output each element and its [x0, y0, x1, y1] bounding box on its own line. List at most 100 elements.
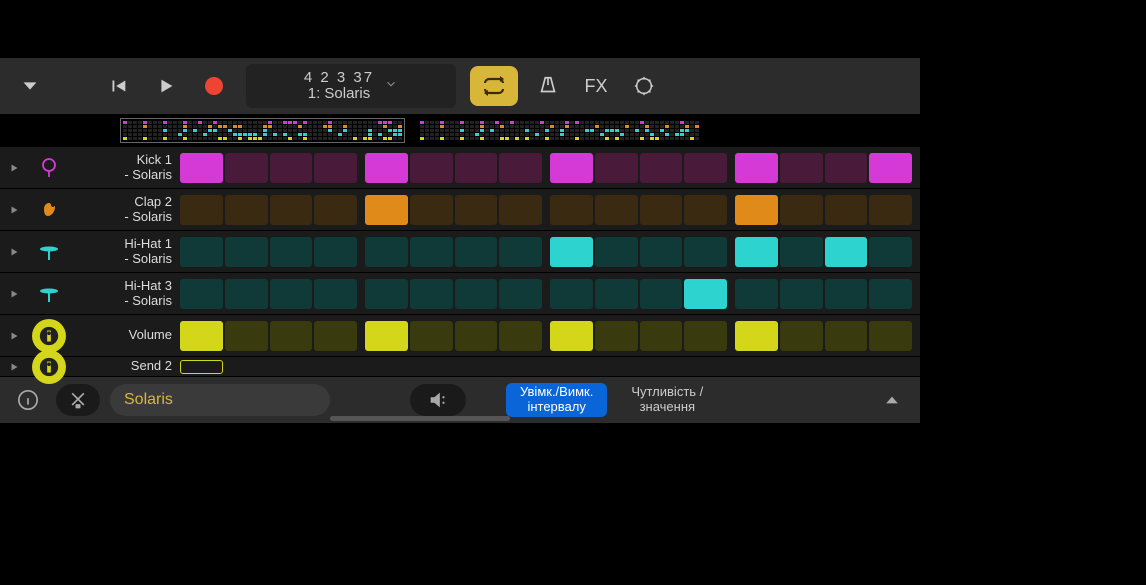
row-play-button[interactable] — [0, 361, 28, 373]
step-cell[interactable] — [825, 237, 868, 267]
row-play-button[interactable] — [0, 330, 28, 342]
step-cell[interactable] — [180, 153, 223, 183]
step-cell[interactable] — [825, 195, 868, 225]
step-cell[interactable] — [365, 195, 408, 225]
step-cell[interactable] — [180, 237, 223, 267]
step-cell[interactable] — [314, 279, 357, 309]
instrument-icon[interactable] — [32, 350, 66, 384]
fx-button[interactable]: FX — [574, 64, 618, 108]
step-cell[interactable] — [365, 153, 408, 183]
instrument-icon[interactable] — [32, 319, 66, 353]
velocity-mode-button[interactable]: Чутливість / значення — [617, 383, 717, 417]
step-toggle-mode-button[interactable]: Увімк./Вимк. інтервалу — [506, 383, 607, 417]
step-cell[interactable] — [225, 321, 268, 351]
step-cell[interactable] — [365, 321, 408, 351]
step-cell[interactable] — [595, 279, 638, 309]
step-cell[interactable] — [780, 279, 823, 309]
step-cell[interactable] — [225, 153, 268, 183]
step-cell[interactable] — [780, 237, 823, 267]
step-cell[interactable] — [550, 321, 593, 351]
step-cell[interactable] — [780, 195, 823, 225]
step-cell[interactable] — [869, 237, 912, 267]
instrument-icon[interactable] — [32, 193, 66, 227]
instrument-icon[interactable] — [32, 235, 66, 269]
step-cell[interactable] — [455, 321, 498, 351]
metronome-button[interactable] — [526, 64, 570, 108]
instrument-icon[interactable] — [32, 277, 66, 311]
step-cell[interactable] — [550, 279, 593, 309]
step-cell[interactable] — [270, 153, 313, 183]
step-cell[interactable] — [314, 237, 357, 267]
step-cell[interactable] — [595, 195, 638, 225]
overview-block-active[interactable] — [120, 118, 405, 143]
step-cell[interactable] — [780, 321, 823, 351]
step-cell[interactable] — [314, 153, 357, 183]
step-cell[interactable] — [735, 195, 778, 225]
step-cell[interactable] — [225, 237, 268, 267]
step-cell[interactable] — [869, 195, 912, 225]
info-button[interactable] — [10, 384, 46, 416]
step-cell[interactable] — [550, 153, 593, 183]
step-cell[interactable] — [499, 321, 542, 351]
step-cell[interactable] — [684, 153, 727, 183]
step-cell[interactable] — [180, 321, 223, 351]
step-cell[interactable] — [735, 279, 778, 309]
step-cell[interactable] — [640, 195, 683, 225]
row-play-button[interactable] — [0, 204, 28, 216]
loop-button[interactable] — [470, 66, 518, 106]
mute-button[interactable] — [56, 384, 100, 416]
rewind-button[interactable] — [96, 64, 140, 108]
lcd-display[interactable]: 4 2 3 37 1: Solaris — [246, 64, 456, 108]
step-cell[interactable] — [225, 279, 268, 309]
step-cell[interactable] — [825, 321, 868, 351]
settings-button[interactable] — [622, 64, 666, 108]
step-cell[interactable] — [735, 153, 778, 183]
step-cell[interactable] — [314, 321, 357, 351]
step-cell[interactable] — [455, 279, 498, 309]
row-play-button[interactable] — [0, 162, 28, 174]
step-cell[interactable] — [270, 279, 313, 309]
step-cell[interactable] — [869, 321, 912, 351]
step-cell[interactable] — [684, 237, 727, 267]
record-button[interactable] — [192, 64, 236, 108]
menu-dropdown-button[interactable] — [8, 64, 52, 108]
step-cell[interactable] — [640, 321, 683, 351]
step-cell[interactable] — [640, 153, 683, 183]
step-cell[interactable] — [410, 153, 453, 183]
step-cell[interactable] — [410, 321, 453, 351]
step-cell[interactable] — [869, 153, 912, 183]
row-play-button[interactable] — [0, 288, 28, 300]
step-cell[interactable] — [270, 237, 313, 267]
step-cell[interactable] — [365, 279, 408, 309]
step-cell[interactable] — [640, 237, 683, 267]
collapse-button[interactable] — [874, 384, 910, 416]
step-cell[interactable] — [780, 153, 823, 183]
step-cell[interactable] — [499, 279, 542, 309]
step-cell[interactable] — [640, 279, 683, 309]
row-name-field[interactable]: Solaris — [110, 384, 330, 416]
instrument-icon[interactable] — [32, 151, 66, 185]
step-cell[interactable] — [825, 153, 868, 183]
step-cell[interactable] — [499, 195, 542, 225]
step-cell[interactable] — [314, 195, 357, 225]
step-cell[interactable] — [270, 321, 313, 351]
step-cell[interactable] — [410, 195, 453, 225]
row-play-button[interactable] — [0, 246, 28, 258]
step-cell[interactable] — [225, 195, 268, 225]
step-cell[interactable] — [550, 237, 593, 267]
step-cell[interactable] — [455, 237, 498, 267]
step-cell[interactable] — [684, 195, 727, 225]
step-cell[interactable] — [499, 153, 542, 183]
step-cell[interactable] — [595, 237, 638, 267]
overview-block[interactable] — [417, 118, 702, 143]
step-cell[interactable] — [180, 195, 223, 225]
step-cell[interactable] — [684, 321, 727, 351]
step-cell[interactable] — [455, 195, 498, 225]
step-cell[interactable] — [684, 279, 727, 309]
step-cell[interactable] — [595, 153, 638, 183]
step-cell[interactable] — [410, 279, 453, 309]
step-cell[interactable] — [180, 279, 223, 309]
horizontal-scrollbar[interactable] — [330, 416, 510, 421]
step-cell[interactable] — [180, 360, 223, 374]
step-cell[interactable] — [595, 321, 638, 351]
